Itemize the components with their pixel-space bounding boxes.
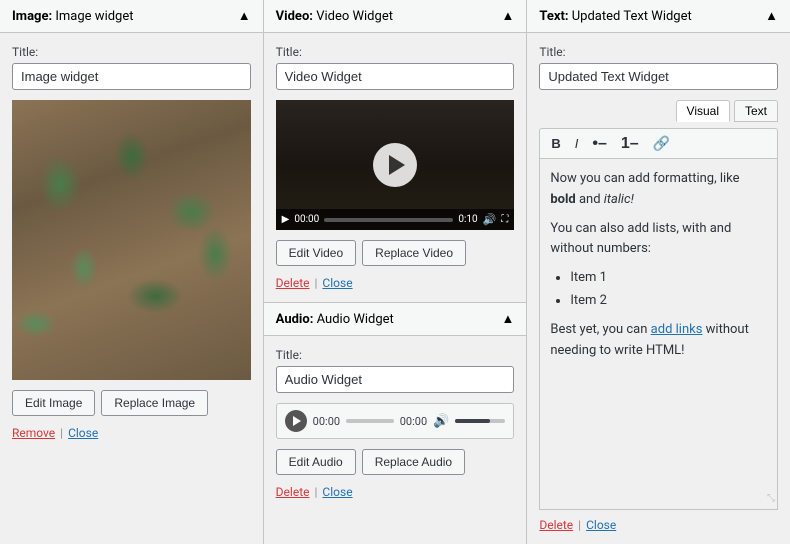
video-close-link[interactable]: Close	[322, 276, 352, 290]
video-title-input[interactable]	[276, 63, 515, 90]
image-remove-link[interactable]: Remove	[12, 426, 55, 440]
edit-audio-button[interactable]: Edit Audio	[276, 449, 356, 475]
edit-video-button[interactable]: Edit Video	[276, 240, 357, 266]
list-item-2: Item 2	[570, 291, 767, 312]
video-widget-toggle-icon[interactable]: ▲	[501, 8, 514, 24]
resize-handle-icon[interactable]: ⤡	[767, 491, 775, 507]
image-links: Remove | Close	[12, 426, 251, 440]
audio-widget-body: Title: 00:00 00:00 🔊 Edit Audio	[264, 336, 527, 544]
replace-image-button[interactable]: Replace Image	[101, 390, 208, 416]
unordered-list-button[interactable]: •–	[589, 135, 610, 153]
editor-list: Item 1 Item 2	[570, 268, 767, 312]
text-links: Delete | Close	[539, 518, 778, 532]
editor-tab-bar: Visual Text	[539, 100, 778, 122]
audio-widget-toggle-icon[interactable]: ▲	[501, 311, 514, 327]
audio-player: 00:00 00:00 🔊	[276, 403, 515, 439]
text-title-input[interactable]	[539, 63, 778, 90]
edit-image-button[interactable]: Edit Image	[12, 390, 95, 416]
text-editor-area[interactable]: Now you can add formatting, like bold an…	[539, 158, 778, 510]
editor-paragraph-2: You can also add lists, with and without…	[550, 219, 767, 261]
audio-volume-fill	[455, 419, 490, 423]
audio-volume-bar[interactable]	[455, 419, 505, 423]
text-link-separator: |	[578, 518, 581, 532]
video-play-pause-button[interactable]: ▶	[282, 214, 290, 225]
text-widget-body: Title: Visual Text B I •– 1– 🔗 Now you c…	[527, 33, 790, 544]
replace-video-button[interactable]: Replace Video	[362, 240, 466, 266]
audio-title-label: Title:	[276, 348, 515, 362]
image-preview	[12, 100, 251, 380]
image-action-buttons: Edit Image Replace Image	[12, 390, 251, 416]
video-widget-header: Video: Video Widget ▲	[264, 0, 527, 33]
text-close-link[interactable]: Close	[586, 518, 616, 532]
audio-links: Delete | Close	[276, 485, 515, 499]
image-title-input[interactable]	[12, 63, 251, 90]
audio-total-time: 00:00	[400, 415, 427, 428]
image-widget-title: Image: Image widget	[12, 9, 134, 24]
text-widget-title: Text: Updated Text Widget	[539, 9, 691, 24]
video-preview: ▶ 00:00 0:10 🔊 ⛶	[276, 100, 515, 230]
add-links-link[interactable]: add links	[651, 322, 703, 337]
list-item-1: Item 1	[570, 268, 767, 289]
text-delete-link[interactable]: Delete	[539, 518, 573, 532]
image-link-separator: |	[60, 426, 63, 440]
image-title-label: Title:	[12, 45, 251, 59]
image-widget-toggle-icon[interactable]: ▲	[238, 8, 251, 24]
image-close-link[interactable]: Close	[68, 426, 98, 440]
audio-link-separator: |	[314, 485, 317, 499]
format-toolbar: B I •– 1– 🔗	[539, 128, 778, 158]
audio-progress-bar[interactable]	[346, 419, 394, 423]
text-widget-header: Text: Updated Text Widget ▲	[527, 0, 790, 33]
tab-visual[interactable]: Visual	[676, 100, 730, 122]
audio-play-icon	[293, 416, 301, 426]
video-progress-bar[interactable]	[324, 218, 453, 222]
tab-text[interactable]: Text	[734, 100, 778, 122]
audio-play-button[interactable]	[285, 410, 307, 432]
link-button[interactable]: 🔗	[650, 134, 673, 153]
italic-button[interactable]: I	[572, 135, 582, 152]
video-widget-title: Video: Video Widget	[276, 9, 393, 24]
video-play-button[interactable]	[373, 143, 417, 187]
video-fullscreen-icon[interactable]: ⛶	[501, 214, 508, 225]
audio-widget-title: Audio: Audio Widget	[276, 312, 394, 327]
play-icon	[389, 155, 405, 175]
video-total-time: 0:10	[458, 214, 477, 225]
video-link-separator: |	[314, 276, 317, 290]
audio-widget-header: Audio: Audio Widget ▲	[264, 303, 527, 336]
audio-volume-icon[interactable]: 🔊	[433, 414, 449, 429]
video-title-label: Title:	[276, 45, 515, 59]
bold-button[interactable]: B	[548, 135, 563, 152]
image-widget-body: Title: Edit Image Replace Image Remove |…	[0, 33, 263, 544]
video-links: Delete | Close	[276, 276, 515, 290]
video-volume-icon[interactable]: 🔊	[483, 213, 497, 226]
editor-paragraph-1: Now you can add formatting, like bold an…	[550, 169, 767, 211]
replace-audio-button[interactable]: Replace Audio	[362, 449, 465, 475]
video-action-buttons: Edit Video Replace Video	[276, 240, 515, 266]
ordered-list-button[interactable]: 1–	[618, 135, 642, 153]
video-delete-link[interactable]: Delete	[276, 276, 310, 290]
image-widget-header: Image: Image widget ▲	[0, 0, 263, 33]
video-widget-body: Title: ▶ 00:00 0:10 🔊 ⛶	[264, 33, 527, 302]
audio-delete-link[interactable]: Delete	[276, 485, 310, 499]
video-controls-bar: ▶ 00:00 0:10 🔊 ⛶	[276, 209, 515, 230]
audio-action-buttons: Edit Audio Replace Audio	[276, 449, 515, 475]
editor-paragraph-3: Best yet, you can add links without need…	[550, 320, 767, 362]
audio-close-link[interactable]: Close	[322, 485, 352, 499]
text-title-label: Title:	[539, 45, 778, 59]
audio-current-time: 00:00	[313, 415, 340, 428]
text-widget-toggle-icon[interactable]: ▲	[765, 8, 778, 24]
audio-title-input[interactable]	[276, 366, 515, 393]
video-current-time: 00:00	[294, 214, 319, 225]
